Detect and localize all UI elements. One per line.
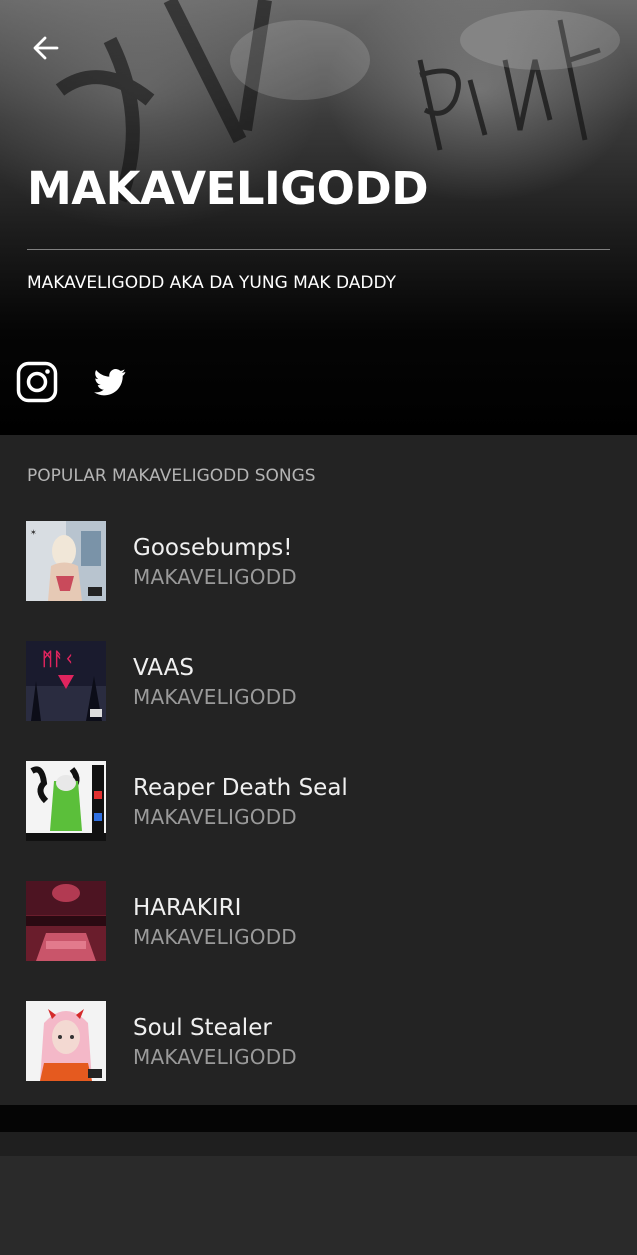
arrow-left-icon [33,36,59,60]
song-artist: MAKAVELIGODD [133,685,297,709]
song-artist: MAKAVELIGODD [133,805,297,829]
album-cover-reaper-death-seal [26,761,106,841]
artist-name: MAKAVELIGODD [27,162,429,215]
album-cover-soul-stealer [26,1001,106,1081]
popular-songs-section: POPULAR MAKAVELIGODD SONGS ✶ Goosebumps!… [0,435,637,1105]
song-title: Soul Stealer [133,1015,272,1041]
album-cover-harakiri [26,881,106,961]
song-artist: MAKAVELIGODD [133,1045,297,1069]
song-row-soul-stealer[interactable]: Soul Stealer MAKAVELIGODD [0,1001,637,1121]
album-cover-goosebumps: ✶ [26,521,106,601]
bottom-shadow-strip [0,1132,637,1156]
back-button[interactable] [26,28,66,68]
instagram-link[interactable] [15,360,59,404]
svg-text:✶: ✶ [30,528,37,537]
song-artist: MAKAVELIGODD [133,925,297,949]
song-row-vaas[interactable]: ᛗᚨᚲ VAAS MAKAVELIGODD [0,641,637,761]
instagram-icon [16,361,58,403]
artist-hero: MAKAVELIGODD MAKAVELIGODD AKA DA YUNG MA… [0,0,637,435]
twitter-icon [94,369,126,396]
song-row-goosebumps[interactable]: ✶ Goosebumps! MAKAVELIGODD [0,521,637,641]
album-cover-vaas: ᛗᚨᚲ [26,641,106,721]
song-row-harakiri[interactable]: HARAKIRI MAKAVELIGODD [0,881,637,1001]
song-title: HARAKIRI [133,895,242,921]
song-title: VAAS [133,655,194,681]
popular-songs-heading: POPULAR MAKAVELIGODD SONGS [27,466,316,486]
song-artist: MAKAVELIGODD [133,565,297,589]
bottom-divider-strip [0,1105,637,1132]
bottom-empty-area [0,1156,637,1255]
svg-text:ᛗᚨᚲ: ᛗᚨᚲ [42,649,74,670]
artist-tagline: MAKAVELIGODD AKA DA YUNG MAK DADDY [27,273,397,293]
twitter-link[interactable] [92,360,128,404]
song-row-reaper-death-seal[interactable]: Reaper Death Seal MAKAVELIGODD [0,761,637,881]
header-divider [27,249,610,250]
song-title: Reaper Death Seal [133,775,348,801]
song-title: Goosebumps! [133,535,293,561]
song-list: ✶ Goosebumps! MAKAVELIGODD ᛗᚨᚲ VAAS MAKA… [0,521,637,1121]
